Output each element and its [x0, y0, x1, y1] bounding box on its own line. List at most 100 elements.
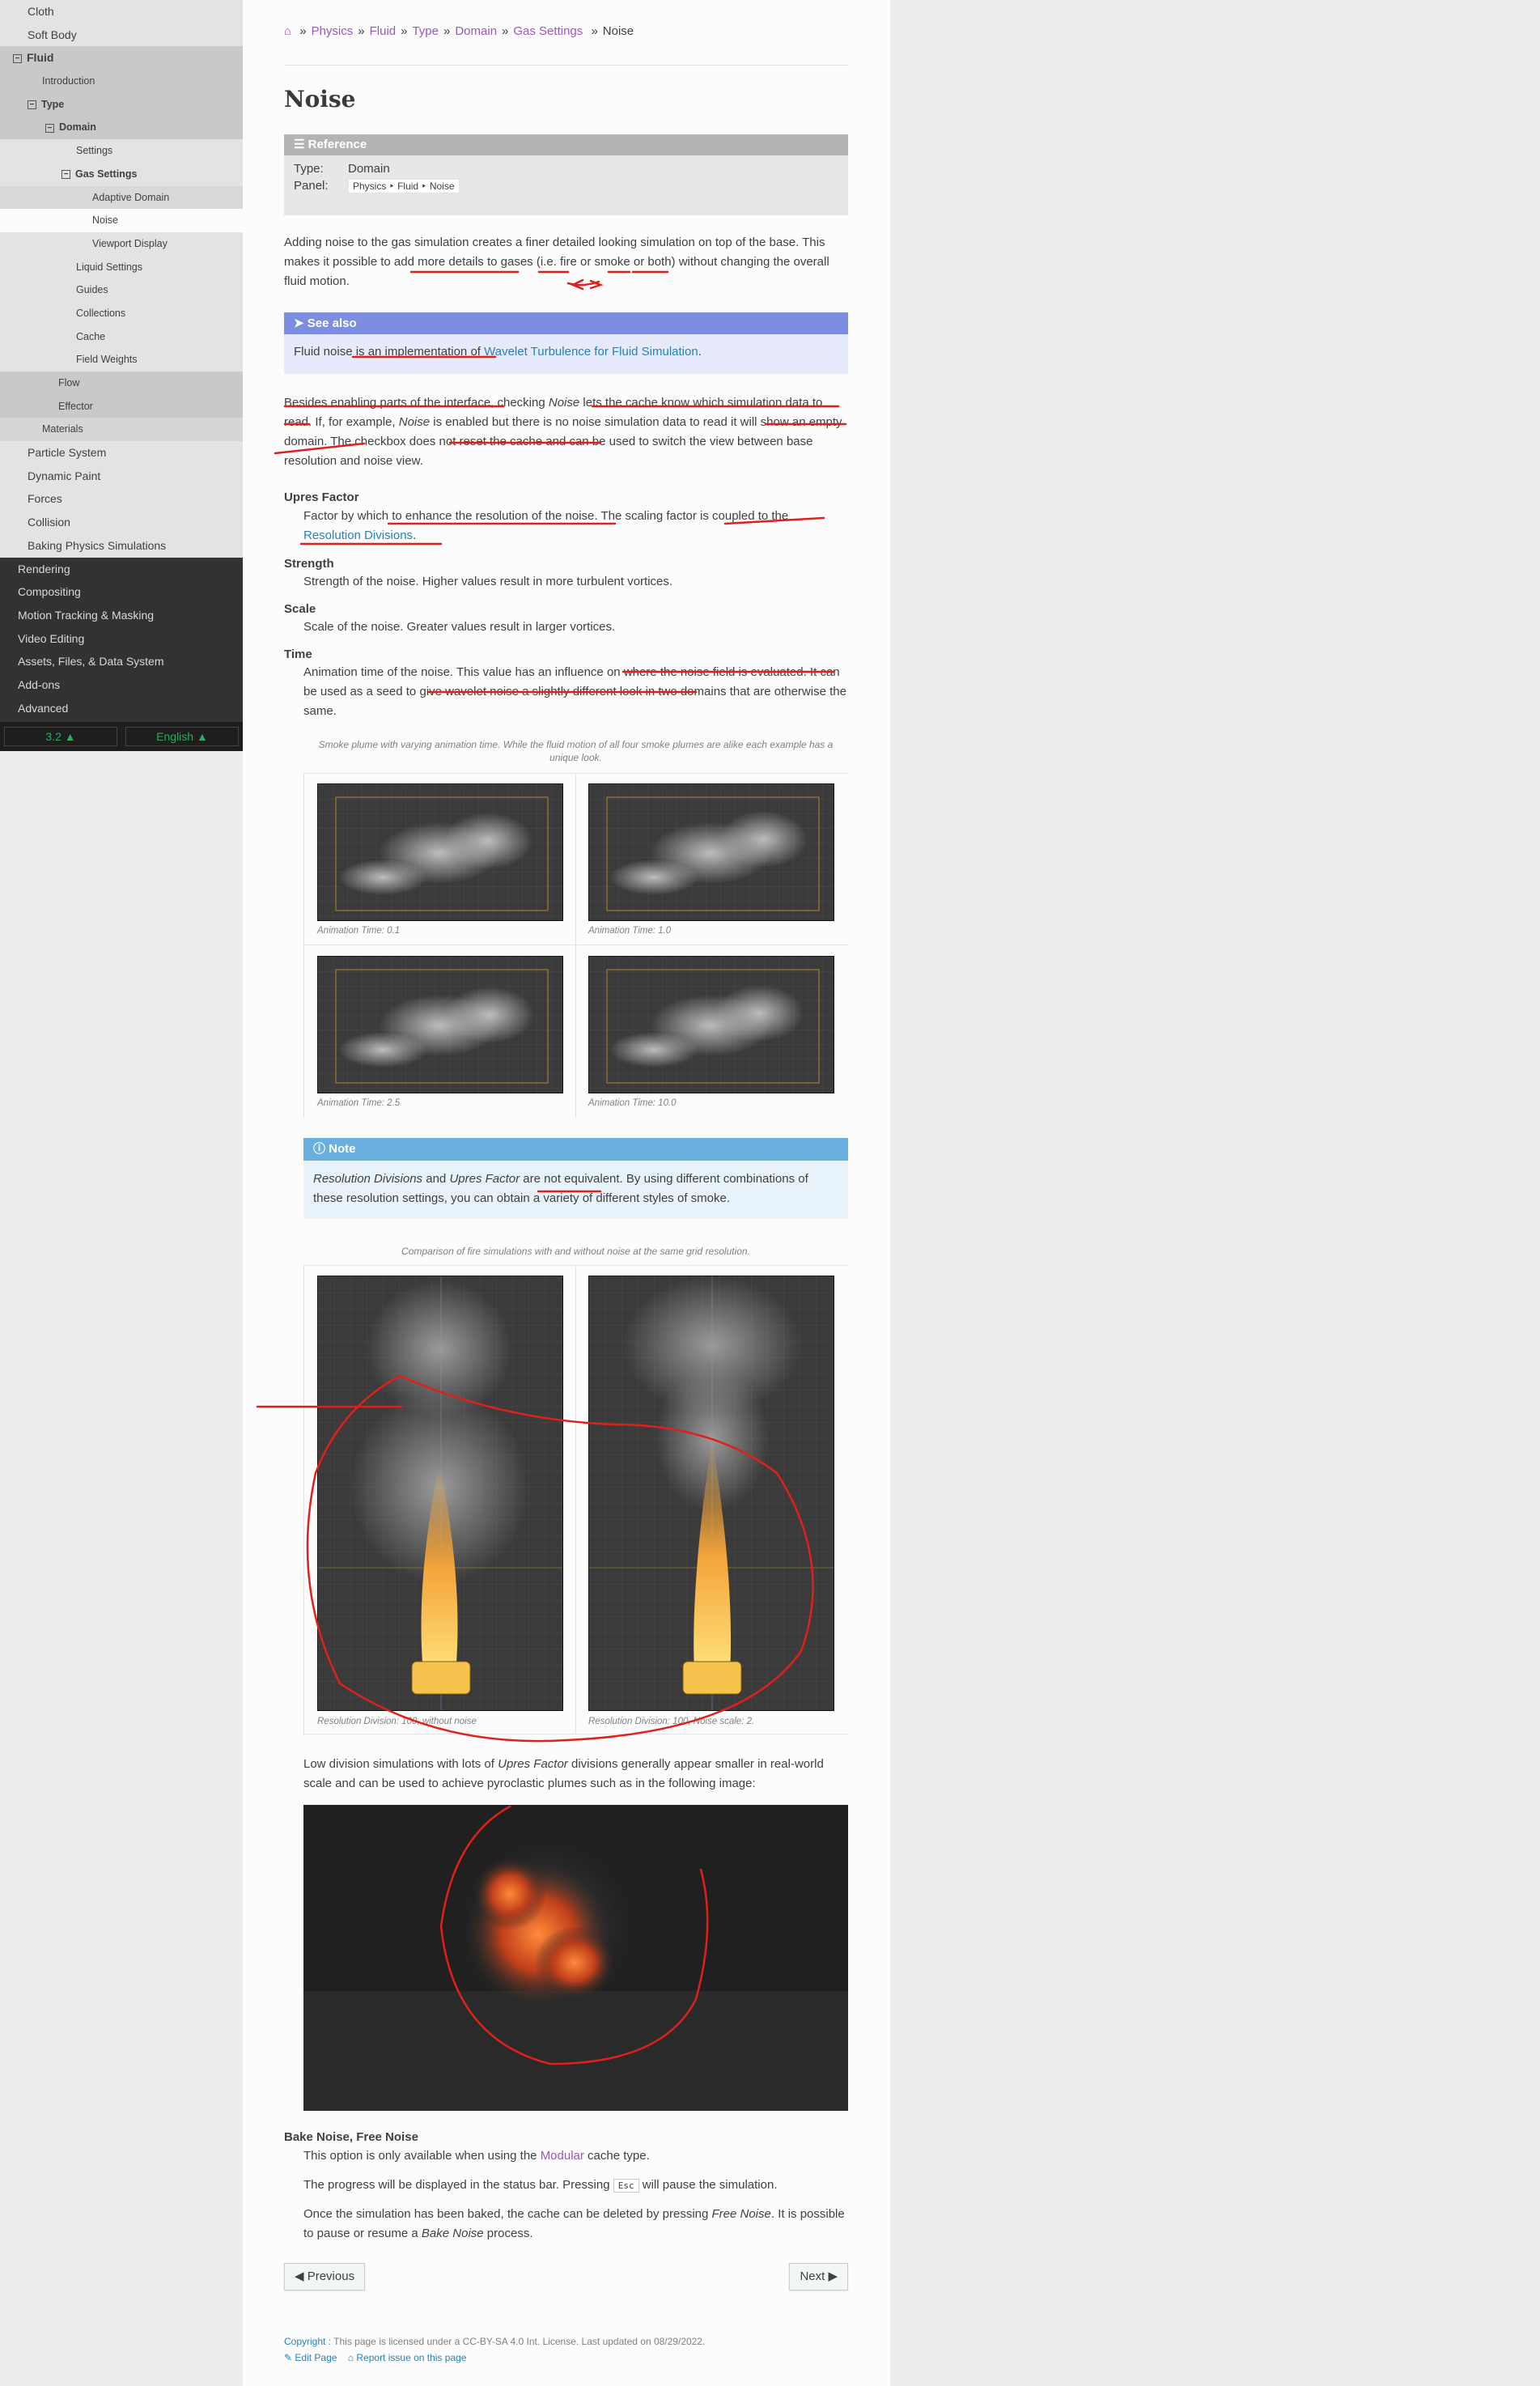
sidebar-item-effector[interactable]: Effector — [0, 394, 243, 418]
sidebar-item-assets-files-data-system[interactable]: Assets, Files, & Data System — [0, 650, 243, 673]
collapse-toggle-icon[interactable]: − — [28, 100, 36, 109]
sidebar-item-cloth[interactable]: Cloth — [0, 0, 243, 23]
note-header: ⓘ Note — [303, 1138, 848, 1161]
collapse-toggle-icon[interactable]: − — [13, 54, 22, 64]
sidebar-item-fluid[interactable]: − Fluid — [0, 46, 243, 70]
sidebar-item-dynamic-paint[interactable]: Dynamic Paint — [0, 464, 243, 488]
sidebar-item-collections[interactable]: Collections — [0, 301, 243, 325]
sidebar-item-motion-tracking-masking[interactable]: Motion Tracking & Masking — [0, 604, 243, 627]
time-term: Time — [284, 647, 312, 661]
scale-desc: Scale of the noise. Greater values resul… — [303, 620, 616, 634]
enable-paragraph: Besides enabling parts of the interface,… — [284, 396, 842, 468]
language-selector[interactable]: English ▲ — [125, 727, 239, 746]
scale-term: Scale — [284, 602, 316, 616]
sidebar-item-gas-settings[interactable]: − Gas Settings — [0, 162, 243, 186]
sidebar-item-noise[interactable]: Noise — [0, 209, 243, 232]
page-gutter — [890, 0, 1540, 2386]
sidebar-item-guides[interactable]: Guides — [0, 278, 243, 302]
next-button[interactable]: Next ▶ — [789, 2263, 848, 2290]
sidebar-item-forces[interactable]: Forces — [0, 487, 243, 512]
bake-noise-term: Bake Noise, Free Noise — [284, 2130, 418, 2144]
breadcrumb-current: Noise — [602, 24, 634, 38]
modular-link[interactable]: Modular — [541, 2149, 584, 2163]
fire-graphic — [318, 1276, 562, 1710]
header-divider — [284, 65, 848, 66]
sidebar-item-rendering[interactable]: Rendering — [0, 558, 243, 581]
sidebar-item-liquid-settings[interactable]: Liquid Settings — [0, 255, 243, 279]
breadcrumb: ⌂ » Physics » Fluid » Type » Domain » Gas Setting… — [284, 24, 634, 38]
strength-term: Strength — [284, 557, 334, 571]
sidebar-item-materials[interactable]: Materials — [0, 418, 243, 442]
sidebar-item-cache[interactable]: Cache — [0, 325, 243, 349]
breadcrumb-link-gas-settings[interactable]: Gas Settings — [513, 24, 583, 38]
report-issue-link[interactable]: ⌂ Report issue on this page — [348, 2352, 467, 2363]
sidebar-item-flow[interactable]: Flow — [0, 371, 243, 395]
sidebar-item-label: Forces — [28, 492, 62, 506]
version-bar: 3.2 ▲ English ▲ — [0, 722, 243, 751]
sidebar-item-advanced[interactable]: Advanced — [0, 697, 243, 720]
breadcrumb-link-domain[interactable]: Domain — [455, 24, 497, 38]
see-also-box: ➤ See also Fluid noise is an implementat… — [284, 312, 848, 374]
sidebar: Cloth Soft Body − Fluid Introduction − Type − Do… — [0, 0, 243, 751]
sidebar-item-compositing[interactable]: Compositing — [0, 580, 243, 604]
breadcrumb-separator: » — [443, 24, 451, 38]
smoke-image — [588, 956, 834, 1093]
sidebar-item-soft-body[interactable]: Soft Body — [0, 23, 243, 47]
collapse-toggle-icon[interactable]: − — [45, 123, 54, 133]
figure-caption: Smoke plume with varying animation time.… — [318, 739, 834, 763]
esc-key: Esc — [613, 2179, 639, 2193]
sidebar-item-video-editing[interactable]: Video Editing — [0, 627, 243, 651]
upres-factor-term: Upres Factor — [284, 490, 359, 504]
reference-panel-value: Physics ‣ Fluid ‣ Noise — [348, 179, 460, 193]
breadcrumb-link-type[interactable]: Type — [412, 24, 439, 38]
breadcrumb-separator: » — [299, 24, 307, 38]
figure-cell: Animation Time: 10.0 — [577, 946, 849, 1118]
sidebar-item-introduction[interactable]: Introduction — [0, 70, 243, 93]
sidebar-item-field-weights[interactable]: Field Weights — [0, 348, 243, 371]
sidebar-item-label: Noise — [92, 214, 118, 227]
sidebar-item-collision[interactable]: Collision — [0, 511, 243, 534]
breadcrumb-link-fluid[interactable]: Fluid — [370, 24, 397, 38]
sidebar-item-add-ons[interactable]: Add-ons — [0, 673, 243, 697]
sidebar-item-label: Settings — [76, 145, 113, 157]
smoke-image — [317, 783, 563, 921]
reference-panel-key: Panel: — [294, 179, 329, 193]
upres-factor-desc: Factor by which to enhance the resolutio… — [303, 509, 789, 542]
resolution-divisions-link[interactable]: Resolution Divisions — [303, 529, 413, 542]
sidebar-item-label: Cloth — [28, 5, 54, 18]
edit-page-link[interactable]: ✎ Edit Page — [284, 2352, 337, 2363]
sidebar-item-particle-system[interactable]: Particle System — [0, 441, 243, 465]
home-icon[interactable]: ⌂ — [284, 24, 291, 38]
version-selector[interactable]: 3.2 ▲ — [4, 727, 117, 746]
reference-header: ☰ Reference — [284, 134, 848, 155]
fire-image-with-noise — [588, 1276, 834, 1711]
intro-paragraph: Adding noise to the gas simulation creat… — [284, 236, 829, 288]
edit-icon: ✎ — [284, 2352, 295, 2363]
sidebar-item-viewport-display[interactable]: Viewport Display — [0, 231, 243, 256]
figure-cell-caption: Animation Time: 10.0 — [588, 1098, 677, 1108]
breadcrumb-link-physics[interactable]: Physics — [312, 24, 354, 38]
sidebar-item-label: Viewport Display — [92, 237, 168, 249]
sidebar-item-label: Type — [41, 98, 65, 110]
previous-button[interactable]: ◀ Previous — [284, 2263, 366, 2290]
sidebar-item-domain[interactable]: − Domain — [0, 116, 243, 140]
arrow-left-circle-icon: ◀ — [295, 2269, 308, 2283]
wavelet-turbulence-link[interactable]: Wavelet Turbulence for Fluid Simulation — [484, 345, 698, 359]
footer-copyright: Copyright : This page is licensed under … — [284, 2336, 706, 2347]
collapse-toggle-icon[interactable]: − — [62, 170, 70, 180]
figure-cell: Animation Time: 1.0 — [577, 774, 849, 945]
reference-type-value: Domain — [348, 162, 390, 176]
sidebar-item-label: Liquid Settings — [76, 261, 143, 273]
sidebar-item-label: Guides — [76, 284, 108, 296]
sidebar-item-label: Domain — [59, 121, 96, 134]
copyright-link[interactable]: Copyright — [284, 2336, 325, 2347]
sidebar-item-adaptive-domain[interactable]: Adaptive Domain — [0, 185, 243, 210]
sidebar-item-type[interactable]: − Type — [0, 92, 243, 117]
sidebar-item-label: Soft Body — [28, 28, 77, 41]
figure-cell: Resolution Division: 100, without noise — [304, 1266, 576, 1734]
sidebar-item-baking-physics-simulations[interactable]: Baking Physics Simulations — [0, 533, 243, 558]
sidebar-item-settings[interactable]: Settings — [0, 139, 243, 163]
figure-cell-caption: Resolution Division: 100, Noise scale: 2… — [588, 1717, 755, 1726]
fire-image-without-noise — [317, 1276, 563, 1711]
fire-comparison-figure: Resolution Division: 100, without noise … — [303, 1265, 849, 1734]
